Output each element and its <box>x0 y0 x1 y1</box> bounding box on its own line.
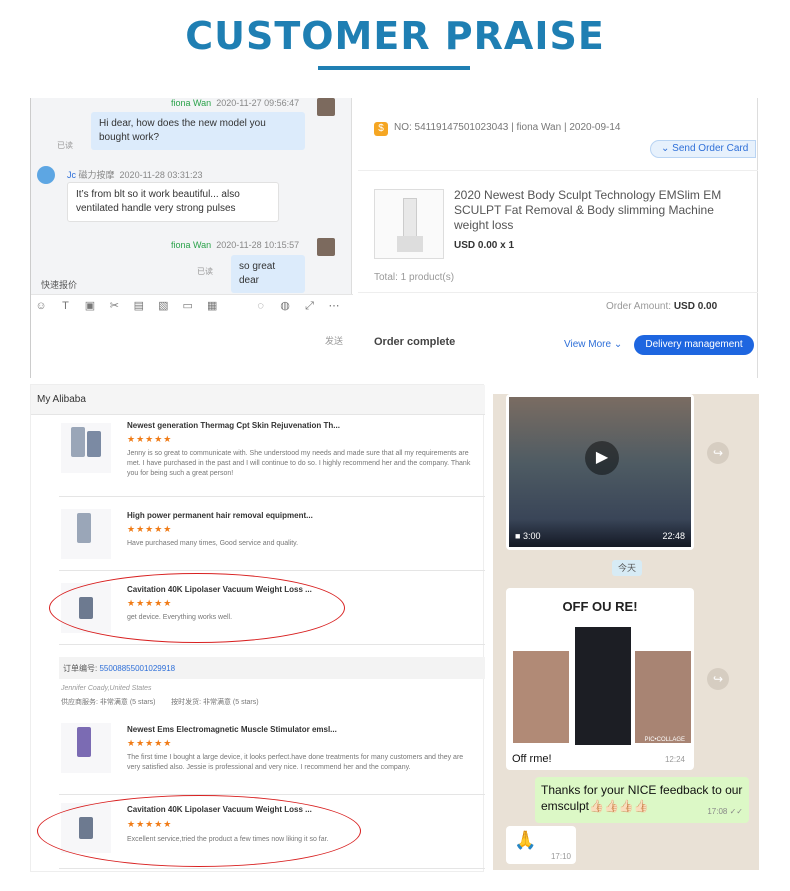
whatsapp-chat: ▶ ■ 3:00 22:48 ↪ 今天 OFF OU RE! PIC•COLLA… <box>493 394 759 870</box>
message-bubble: so great dear <box>231 255 305 293</box>
avatar <box>317 98 335 116</box>
title-underline <box>318 66 470 70</box>
message-meta: fiona Wan 2020-11-28 10:15:57 <box>171 240 300 250</box>
send-order-card-button[interactable]: ⌄ Send Order Card <box>650 140 756 158</box>
review-stars: ★★★★★ <box>127 738 173 748</box>
machine-photo <box>575 627 631 745</box>
reply-message: Thanks for your NICE feedback to our ems… <box>535 777 749 823</box>
date-divider: 今天 <box>612 560 642 576</box>
review-item: High power permanent hair removal equipm… <box>59 497 485 571</box>
order-bar: 订单编号: 55008855001029918 <box>59 657 485 679</box>
review-title[interactable]: Newest Ems Electromagnetic Muscle Stimul… <box>127 725 337 734</box>
order-number: NO: 54119147501023043 | fiona Wan | 2020… <box>394 122 621 133</box>
order-card-panel: $ NO: 54119147501023043 | fiona Wan | 20… <box>358 98 758 378</box>
product-thumbnail[interactable] <box>61 723 111 773</box>
buyer-name: Jennifer Coady,United States <box>61 685 152 692</box>
divider <box>358 170 758 171</box>
photo-panel <box>635 651 691 743</box>
read-status: 已读 <box>197 267 213 276</box>
review-stars: ★★★★★ <box>127 524 173 534</box>
share-icon[interactable]: ↪ <box>707 442 729 464</box>
divider <box>358 292 758 293</box>
review-stars: ★★★★★ <box>127 434 173 444</box>
share-icon[interactable]: ↪ <box>707 668 729 690</box>
reviews-header: My Alibaba <box>31 385 485 415</box>
review-text: The first time I bought a large device, … <box>127 754 464 771</box>
view-more-link[interactable]: View More ⌄ <box>564 339 622 350</box>
message-input[interactable] <box>31 316 353 378</box>
emoji-message: 🙏 17:10 <box>506 826 576 864</box>
image-caption: Off rme! <box>512 753 552 765</box>
page-title: CUSTOMER PRAISE <box>185 14 605 58</box>
message-bubble: Hi dear, how does the new model you boug… <box>91 112 305 150</box>
read-status: 已读 <box>57 141 73 150</box>
video-time: 22:48 <box>662 531 685 541</box>
review-title[interactable]: Newest generation Thermag Cpt Skin Rejuv… <box>127 421 340 430</box>
praying-hands-icon: 🙏 <box>514 830 537 850</box>
message-meta: fiona Wan 2020-11-27 09:56:47 <box>171 98 300 108</box>
review-item: Newest generation Thermag Cpt Skin Rejuv… <box>59 415 485 497</box>
chat-panel: fiona Wan 2020-11-27 09:56:47 Hi dear, h… <box>30 98 353 378</box>
message-meta: Jc 磁力按摩 2020-11-28 03:31:23 <box>67 170 203 180</box>
text-icon[interactable]: T <box>57 300 73 314</box>
video-message[interactable]: ▶ ■ 3:00 22:48 <box>506 394 694 550</box>
service-ratings: 供应商服务: 非常满意 (5 stars) 按时发货: 非常满意 (5 star… <box>61 699 259 706</box>
quick-reply-tab[interactable]: 快速报价 <box>41 278 77 291</box>
review-title[interactable]: High power permanent hair removal equipm… <box>127 511 313 520</box>
chat-icon[interactable]: ◌ <box>253 300 269 314</box>
product-title[interactable]: 2020 Newest Body Sculpt Technology EMSli… <box>454 188 744 233</box>
message-time: 12:24 <box>664 755 685 764</box>
video-duration: ■ 3:00 <box>515 531 541 541</box>
product-price: USD 0.00 x 1 <box>454 240 515 251</box>
reviews-panel: My Alibaba Newest generation Thermag Cpt… <box>30 384 485 872</box>
order-icon: $ <box>374 122 388 136</box>
avatar <box>37 166 55 184</box>
highlight-circle <box>49 573 345 643</box>
more-icon[interactable]: ⋯ <box>326 299 342 313</box>
product-thumbnail[interactable] <box>61 509 111 559</box>
collage-label: PIC•COLLAGE <box>644 737 685 743</box>
grid-icon[interactable]: ▦ <box>204 299 220 313</box>
table-icon[interactable]: ▤ <box>131 299 147 313</box>
play-icon[interactable]: ▶ <box>585 441 619 475</box>
chat-toolbar: ☺ T ▣ ✂ ▤ ▧ ▭ ▦ ◌ ◍ ⤢ ⋯ <box>31 294 353 316</box>
folder-icon[interactable]: ▭ <box>180 299 196 313</box>
expand-icon[interactable]: ⤢ <box>302 300 318 314</box>
emoji-icon[interactable]: ☺ <box>33 300 49 314</box>
highlight-circle <box>37 795 361 867</box>
avatar <box>317 238 335 256</box>
image-icon[interactable]: ▣ <box>82 299 98 313</box>
order-status: Order complete <box>374 336 456 348</box>
order-total: Total: 1 product(s) <box>374 272 455 283</box>
product-thumbnail[interactable] <box>374 189 444 259</box>
delivery-management-button[interactable]: Delivery management <box>634 335 754 355</box>
order-amount: Order Amount: USD 0.00 <box>606 301 718 312</box>
product-thumbnail[interactable] <box>61 423 111 473</box>
doc-icon[interactable]: ▧ <box>155 299 171 313</box>
review-text: Jenny is so great to communicate with. S… <box>127 450 471 477</box>
review-text: Have purchased many times, Good service … <box>127 540 299 547</box>
order-number-link[interactable]: 55008855001029918 <box>99 664 175 673</box>
image-message[interactable]: OFF OU RE! PIC•COLLAGE Off rme! 12:24 <box>506 588 694 770</box>
scissors-icon[interactable]: ✂ <box>106 299 122 313</box>
user-icon[interactable]: ◍ <box>277 299 293 313</box>
send-button[interactable]: 发送 <box>325 334 343 347</box>
message-bubble: It’s from blt so it work beautiful... al… <box>67 182 279 222</box>
review-item: Newest Ems Electromagnetic Muscle Stimul… <box>59 711 485 795</box>
image-banner: OFF OU RE! <box>562 599 638 614</box>
photo-panel <box>513 651 569 743</box>
